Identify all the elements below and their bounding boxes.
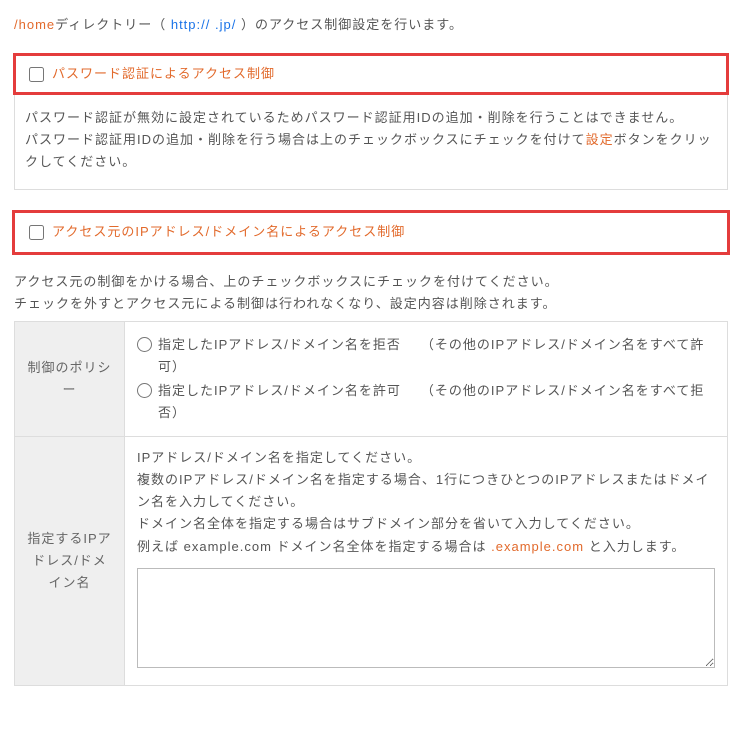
ip-help-3: ドメイン名全体を指定する場合はサブドメイン部分を省いて入力してください。	[137, 513, 715, 535]
password-auth-note-2a: パスワード認証用IDの追加・削除を行う場合は上のチェックボックスにチェックを付け…	[25, 132, 586, 147]
ip-access-title: アクセス元のIPアドレス/ドメイン名によるアクセス制御	[52, 221, 405, 243]
policy-allow-row[interactable]: 指定したIPアドレス/ドメイン名を許可（その他のIPアドレス/ドメイン名をすべて…	[137, 380, 715, 424]
ip-access-note-1: アクセス元の制御をかける場合、上のチェックボックスにチェックを付けてください。	[14, 271, 728, 293]
ip-help-2: 複数のIPアドレス/ドメイン名を指定する場合、1行につきひとつのIPアドレスまた…	[137, 469, 715, 513]
url-scheme: http://	[171, 17, 211, 32]
policy-deny-radio[interactable]	[137, 337, 152, 352]
policy-allow-radio[interactable]	[137, 383, 152, 398]
policy-deny-text: 指定したIPアドレス/ドメイン名を拒否（その他のIPアドレス/ドメイン名をすべて…	[158, 334, 715, 378]
policy-deny-text-a: 指定したIPアドレス/ドメイン名を拒否	[158, 337, 401, 352]
home-path: /home	[14, 17, 55, 32]
ip-list-cell: IPアドレス/ドメイン名を指定してください。 複数のIPアドレス/ドメイン名を指…	[125, 437, 728, 686]
policy-deny-row[interactable]: 指定したIPアドレス/ドメイン名を拒否（その他のIPアドレス/ドメイン名をすべて…	[137, 334, 715, 378]
ip-access-notes: アクセス元の制御をかける場合、上のチェックボックスにチェックを付けてください。 …	[14, 271, 728, 315]
intro-line: /homeディレクトリー（ http:// .jp/ ）のアクセス制御設定を行い…	[14, 14, 728, 36]
password-auth-note-1: パスワード認証が無効に設定されているためパスワード認証用IDの追加・削除を行うこ…	[25, 107, 717, 129]
intro-text-1: ディレクトリー（	[55, 17, 171, 32]
intro-text-2: ）のアクセス制御設定を行います。	[236, 17, 463, 32]
password-auth-checkbox[interactable]	[29, 67, 44, 82]
settings-link[interactable]: 設定	[586, 132, 614, 147]
ip-help-4: 例えば example.com ドメイン名全体を指定する場合は .example…	[137, 536, 715, 558]
password-auth-body: パスワード認証が無効に設定されているためパスワード認証用IDの追加・削除を行うこ…	[15, 93, 727, 189]
policy-label: 制御のポリシー	[15, 321, 125, 436]
ip-help-4a: 例えば example.com ドメイン名全体を指定する場合は	[137, 539, 491, 554]
ip-access-panel: アクセス元のIPアドレス/ドメイン名によるアクセス制御 アクセス元の制御をかける…	[14, 212, 728, 685]
ip-list-textarea[interactable]	[137, 568, 715, 668]
password-auth-note-2: パスワード認証用IDの追加・削除を行う場合は上のチェックボックスにチェックを付け…	[25, 129, 717, 173]
url-host: .jp/	[210, 17, 236, 32]
policy-allow-text-a: 指定したIPアドレス/ドメイン名を許可	[158, 383, 401, 398]
ip-help-example-domain: .example.com	[491, 539, 584, 554]
ip-access-table: 制御のポリシー 指定したIPアドレス/ドメイン名を拒否（その他のIPアドレス/ド…	[14, 321, 728, 686]
password-auth-title: パスワード認証によるアクセス制御	[52, 63, 275, 85]
ip-help-1: IPアドレス/ドメイン名を指定してください。	[137, 447, 715, 469]
ip-help-4c: と入力します。	[584, 539, 685, 554]
ip-access-checkbox[interactable]	[29, 225, 44, 240]
policy-allow-text: 指定したIPアドレス/ドメイン名を許可（その他のIPアドレス/ドメイン名をすべて…	[158, 380, 715, 424]
ip-list-label: 指定するIPアドレス/ドメイン名	[15, 437, 125, 686]
ip-access-header: アクセス元のIPアドレス/ドメイン名によるアクセス制御	[14, 212, 728, 252]
ip-access-note-2: チェックを外すとアクセス元による制御は行われなくなり、設定内容は削除されます。	[14, 293, 728, 315]
password-auth-header: パスワード認証によるアクセス制御	[15, 55, 727, 93]
policy-cell: 指定したIPアドレス/ドメイン名を拒否（その他のIPアドレス/ドメイン名をすべて…	[125, 321, 728, 436]
password-auth-panel: パスワード認証によるアクセス制御 パスワード認証が無効に設定されているためパスワ…	[14, 54, 728, 190]
